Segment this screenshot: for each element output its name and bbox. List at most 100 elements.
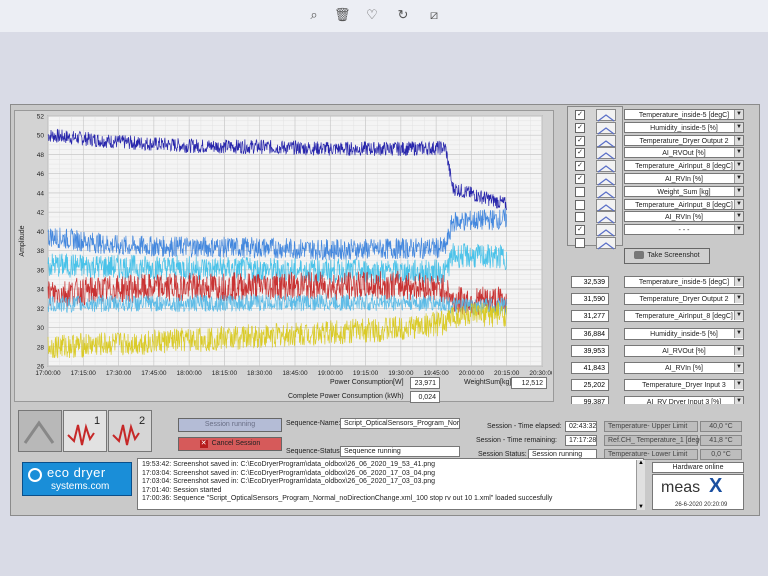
scroll-down-icon[interactable]: ▼ <box>637 504 645 510</box>
remaining-value: 17:17:28 <box>565 435 597 446</box>
line-style-swatch[interactable] <box>596 121 616 135</box>
channel-checkbox[interactable] <box>575 238 585 248</box>
line-style-swatch[interactable] <box>596 185 616 199</box>
channel-select[interactable]: Temperature_Dryer Output 2 ▼ <box>624 134 744 146</box>
upper-limit-value: 40,0 °C <box>700 421 742 432</box>
line-style-swatch[interactable] <box>596 237 616 250</box>
line-style-swatch[interactable] <box>596 224 616 237</box>
dropdown-arrow-icon: ▼ <box>734 174 743 183</box>
complete-power-label: Complete Power Consumption (kWh) <box>288 393 404 400</box>
value-channel-select[interactable]: Temperature_Dryer Output 2 ▼ <box>624 293 744 306</box>
sequence-name-field[interactable]: Script_OpticalSensors_Program_Nor <box>340 418 460 429</box>
channel-checkbox[interactable]: ✓ <box>575 225 585 236</box>
channel-select[interactable]: Weight_Sum [kg] ▼ <box>624 185 744 197</box>
rotate-icon[interactable]: ↻ <box>395 7 411 23</box>
y-tick-label: 36 <box>37 267 45 274</box>
value-channel-select[interactable]: Temperature_inside-5 [degC] ▼ <box>624 276 744 288</box>
channel-select-label: Temperature_Dryer Output 2 <box>639 137 729 145</box>
value-channel-label: Temperature_inside-5 [degC] <box>638 279 730 286</box>
y-tick-label: 42 <box>37 210 45 217</box>
log-line: 17:03:04: Screenshot saved in: C:\EcoDry… <box>142 478 436 486</box>
channel-value: 31,277 <box>571 310 609 323</box>
channel-checkbox[interactable]: ✓ <box>575 122 585 133</box>
dropdown-arrow-icon: ▼ <box>734 277 743 286</box>
tool-one-button[interactable]: 1 <box>63 410 107 452</box>
channel-checkbox[interactable]: ✓ <box>575 161 585 172</box>
cancel-session-button[interactable]: ✕ Cancel Session <box>178 437 282 451</box>
session-running-button[interactable]: Session running <box>178 418 282 432</box>
channel-checkbox[interactable]: ✓ <box>575 148 585 159</box>
channel-select-label: Temperature_inside-5 [degC] <box>638 112 730 119</box>
channel-checkbox[interactable]: ✓ <box>575 110 585 120</box>
camera-icon <box>634 251 645 260</box>
channel-checkbox[interactable] <box>575 212 585 223</box>
line-style-swatch[interactable] <box>596 147 616 160</box>
tool-two-button[interactable]: 2 <box>108 410 152 452</box>
upper-limit-label: Temperature- Upper Limit <box>604 421 698 432</box>
line-style-swatch[interactable] <box>596 160 616 173</box>
value-channel-label: Temperature_Dryer Input 3 <box>642 382 726 390</box>
y-tick-label: 28 <box>37 344 45 351</box>
channel-value: 32,539 <box>571 276 609 288</box>
line-style-swatch[interactable] <box>596 109 616 122</box>
x-tick-label: 17:45:00 <box>141 370 167 377</box>
channel-checkbox[interactable]: ✓ <box>575 135 585 146</box>
channel-checkbox[interactable] <box>575 199 585 210</box>
line-style-swatch[interactable] <box>596 211 616 224</box>
value-channel-select[interactable]: Humidity_inside-5 [%] ▼ <box>624 327 744 340</box>
channel-select[interactable]: Humidity_inside-5 [%] ▼ <box>624 121 744 133</box>
line-style-swatch[interactable] <box>596 173 616 186</box>
channel-select-label: AI_RVOut [%] <box>662 150 706 158</box>
tool-view-button[interactable] <box>18 410 62 452</box>
channel-value: 41,843 <box>571 362 609 374</box>
line-style-swatch[interactable] <box>596 198 616 212</box>
x-tick-label: 20:00:00 <box>459 370 485 377</box>
y-tick-label: 52 <box>37 114 45 121</box>
heart-icon[interactable]: ♡ <box>364 7 380 23</box>
event-log[interactable]: 19:53:42: Screenshot saved in: C:\EcoDry… <box>137 458 644 510</box>
x-tick-label: 20:15:00 <box>494 370 520 377</box>
channel-checkbox[interactable]: ✓ <box>575 174 585 184</box>
channel-select[interactable]: AI_RVOut [%] ▼ <box>624 147 744 159</box>
brand-date: 26-6-2020 20:20:09 <box>675 502 728 508</box>
measx-logo: meas X 26-6-2020 20:20:09 <box>652 474 744 510</box>
log-scrollbar[interactable]: ▲ ▼ <box>636 460 645 510</box>
session-status-label: Session Status: <box>478 451 527 458</box>
value-channel-select[interactable]: Temperature_Dryer Input 3 ▼ <box>624 379 744 392</box>
value-channel-select[interactable]: AI_RVIn [%] ▼ <box>624 362 744 374</box>
log-line: 17:03:04: Screenshot saved in: C:\EcoDry… <box>142 469 436 477</box>
channel-select-label: Temperature_AirInput_8 [degC] <box>635 163 733 171</box>
logo-swirl-icon <box>28 468 42 482</box>
dropdown-arrow-icon: ▼ <box>734 345 743 355</box>
value-channel-select[interactable]: Temperature_AirInput_8 [degC] ▼ <box>624 310 744 323</box>
x-tick-label: 19:15:00 <box>353 370 379 377</box>
dropdown-arrow-icon: ▼ <box>734 363 743 372</box>
sequence-status-label: Sequence-Status: <box>286 448 342 455</box>
value-channel-select[interactable]: AI_RVOut [%] ▼ <box>624 344 744 357</box>
zoom-icon[interactable]: ⌕ <box>306 7 322 23</box>
scroll-up-icon[interactable]: ▲ <box>637 460 645 466</box>
crop-icon[interactable]: ⧄ <box>426 7 442 23</box>
channel-select[interactable]: Temperature_inside-5 [degC] ▼ <box>624 109 744 120</box>
take-screenshot-button[interactable]: Take Screenshot <box>624 248 710 264</box>
channel-value: 36,884 <box>571 327 609 340</box>
channel-select[interactable]: - - - ▼ <box>624 224 744 236</box>
elapsed-label: Session - Time elapsed: <box>487 423 562 430</box>
ref-channel-label: Ref.CH_ Temperature_1 [degC] <box>604 435 706 446</box>
channel-select[interactable]: AI_RVIn [%] ▼ <box>624 173 744 184</box>
channel-select-label: Humidity_inside-5 [%] <box>650 124 718 132</box>
line-style-swatch[interactable] <box>596 134 616 148</box>
close-icon: ✕ <box>199 440 208 448</box>
eco-dryer-logo: eco dryer systems.com <box>22 462 132 496</box>
channel-select[interactable]: Temperature_AirInput_8 [degC] ▼ <box>624 160 744 172</box>
x-tick-label: 17:15:00 <box>71 370 97 377</box>
trash-icon[interactable]: 🗑 <box>334 7 351 23</box>
channel-select[interactable]: AI_RVIn [%] ▼ <box>624 211 744 223</box>
elapsed-value: 02:43:32 <box>565 421 597 432</box>
channel-checkbox[interactable] <box>575 186 585 197</box>
channel-select[interactable]: Temperature_AirInput_8 [degC] ▼ <box>624 198 744 210</box>
time-series-chart: 17:00:00 17:15:00 17:30:00 17:45:00 18:00:00… <box>19 114 552 378</box>
value-channel-label: AI_RVIn [%] <box>664 365 703 372</box>
value-channel-label: Temperature_Dryer Output 2 <box>639 296 729 304</box>
channel-value: 39,953 <box>571 344 609 357</box>
